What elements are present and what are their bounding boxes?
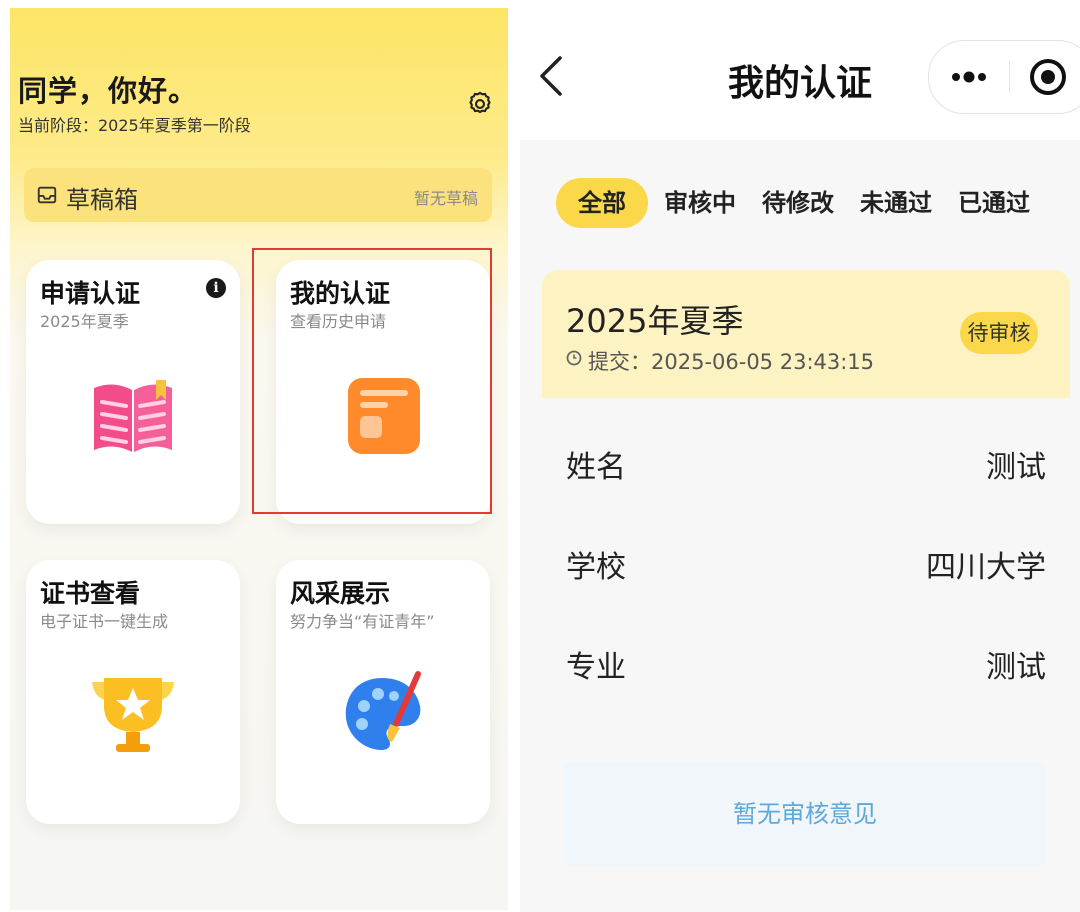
application-record-header[interactable]: 2025年夏季 提交：2025-06-05 23:43:15 待审核 bbox=[542, 270, 1070, 398]
detail-row-major: 专业 测试 bbox=[566, 642, 1046, 685]
drafts-box[interactable]: 草稿箱 暂无草稿 bbox=[24, 168, 492, 222]
field-value: 测试 bbox=[986, 450, 1046, 485]
drafts-status: 暂无草稿 bbox=[413, 189, 478, 208]
gear-icon[interactable] bbox=[466, 90, 494, 118]
clock-icon bbox=[566, 350, 582, 366]
card-subtitle: 电子证书一键生成 bbox=[40, 612, 169, 631]
inbox-icon bbox=[37, 186, 57, 204]
more-dots-icon[interactable] bbox=[951, 71, 987, 83]
greeting: 同学，你好。 bbox=[18, 74, 199, 108]
field-label: 专业 bbox=[566, 650, 626, 685]
detail-row-school: 学校 四川大学 bbox=[566, 542, 1046, 585]
card-title: 风采展示 bbox=[290, 579, 391, 608]
status-badge: 待审核 bbox=[960, 312, 1038, 354]
current-stage: 当前阶段：2025年夏季第一阶段 bbox=[18, 116, 251, 135]
certificate-view-card[interactable]: 证书查看 电子证书一键生成 bbox=[26, 560, 240, 824]
apply-certification-card[interactable]: 申请认证 i 2025年夏季 bbox=[26, 260, 240, 524]
info-icon[interactable]: i bbox=[206, 278, 226, 298]
card-subtitle: 努力争当“有证青年” bbox=[290, 612, 435, 631]
tab-all[interactable]: 全部 bbox=[556, 178, 648, 228]
tab-reviewing[interactable]: 审核中 bbox=[656, 178, 744, 228]
mini-program-capsule bbox=[928, 40, 1080, 114]
highlight-box bbox=[252, 248, 492, 514]
showcase-card[interactable]: 风采展示 努力争当“有证青年” bbox=[276, 560, 490, 824]
field-label: 姓名 bbox=[566, 450, 626, 485]
book-icon bbox=[94, 380, 172, 452]
review-opinion: 暂无审核意见 bbox=[564, 762, 1046, 866]
field-value: 四川大学 bbox=[926, 550, 1046, 585]
field-label: 学校 bbox=[566, 550, 626, 585]
tab-rejected[interactable]: 未通过 bbox=[852, 178, 940, 228]
field-value: 测试 bbox=[986, 650, 1046, 685]
capsule-divider bbox=[1009, 61, 1010, 93]
card-title: 证书查看 bbox=[40, 579, 141, 608]
submit-time: 提交：2025-06-05 23:43:15 bbox=[588, 350, 875, 374]
my-certification-screen: 我的认证 全部 审核中 待修改 未通过 已通过 2025年夏季 提交：2025-… bbox=[520, 0, 1080, 912]
drafts-label: 草稿箱 bbox=[66, 186, 138, 214]
detail-row-name: 姓名 测试 bbox=[566, 442, 1046, 485]
nav-bar: 我的认证 bbox=[520, 0, 1080, 140]
trophy-icon bbox=[92, 678, 174, 752]
tab-approved[interactable]: 已通过 bbox=[950, 178, 1038, 228]
record-details: 姓名 测试 学校 四川大学 专业 测试 bbox=[542, 398, 1070, 718]
card-subtitle: 2025年夏季 bbox=[40, 312, 129, 331]
record-season: 2025年夏季 bbox=[566, 302, 744, 340]
tab-to-modify[interactable]: 待修改 bbox=[754, 178, 842, 228]
card-title: 申请认证 bbox=[40, 279, 141, 308]
palette-icon bbox=[345, 671, 421, 750]
close-target-icon[interactable] bbox=[1029, 58, 1067, 96]
